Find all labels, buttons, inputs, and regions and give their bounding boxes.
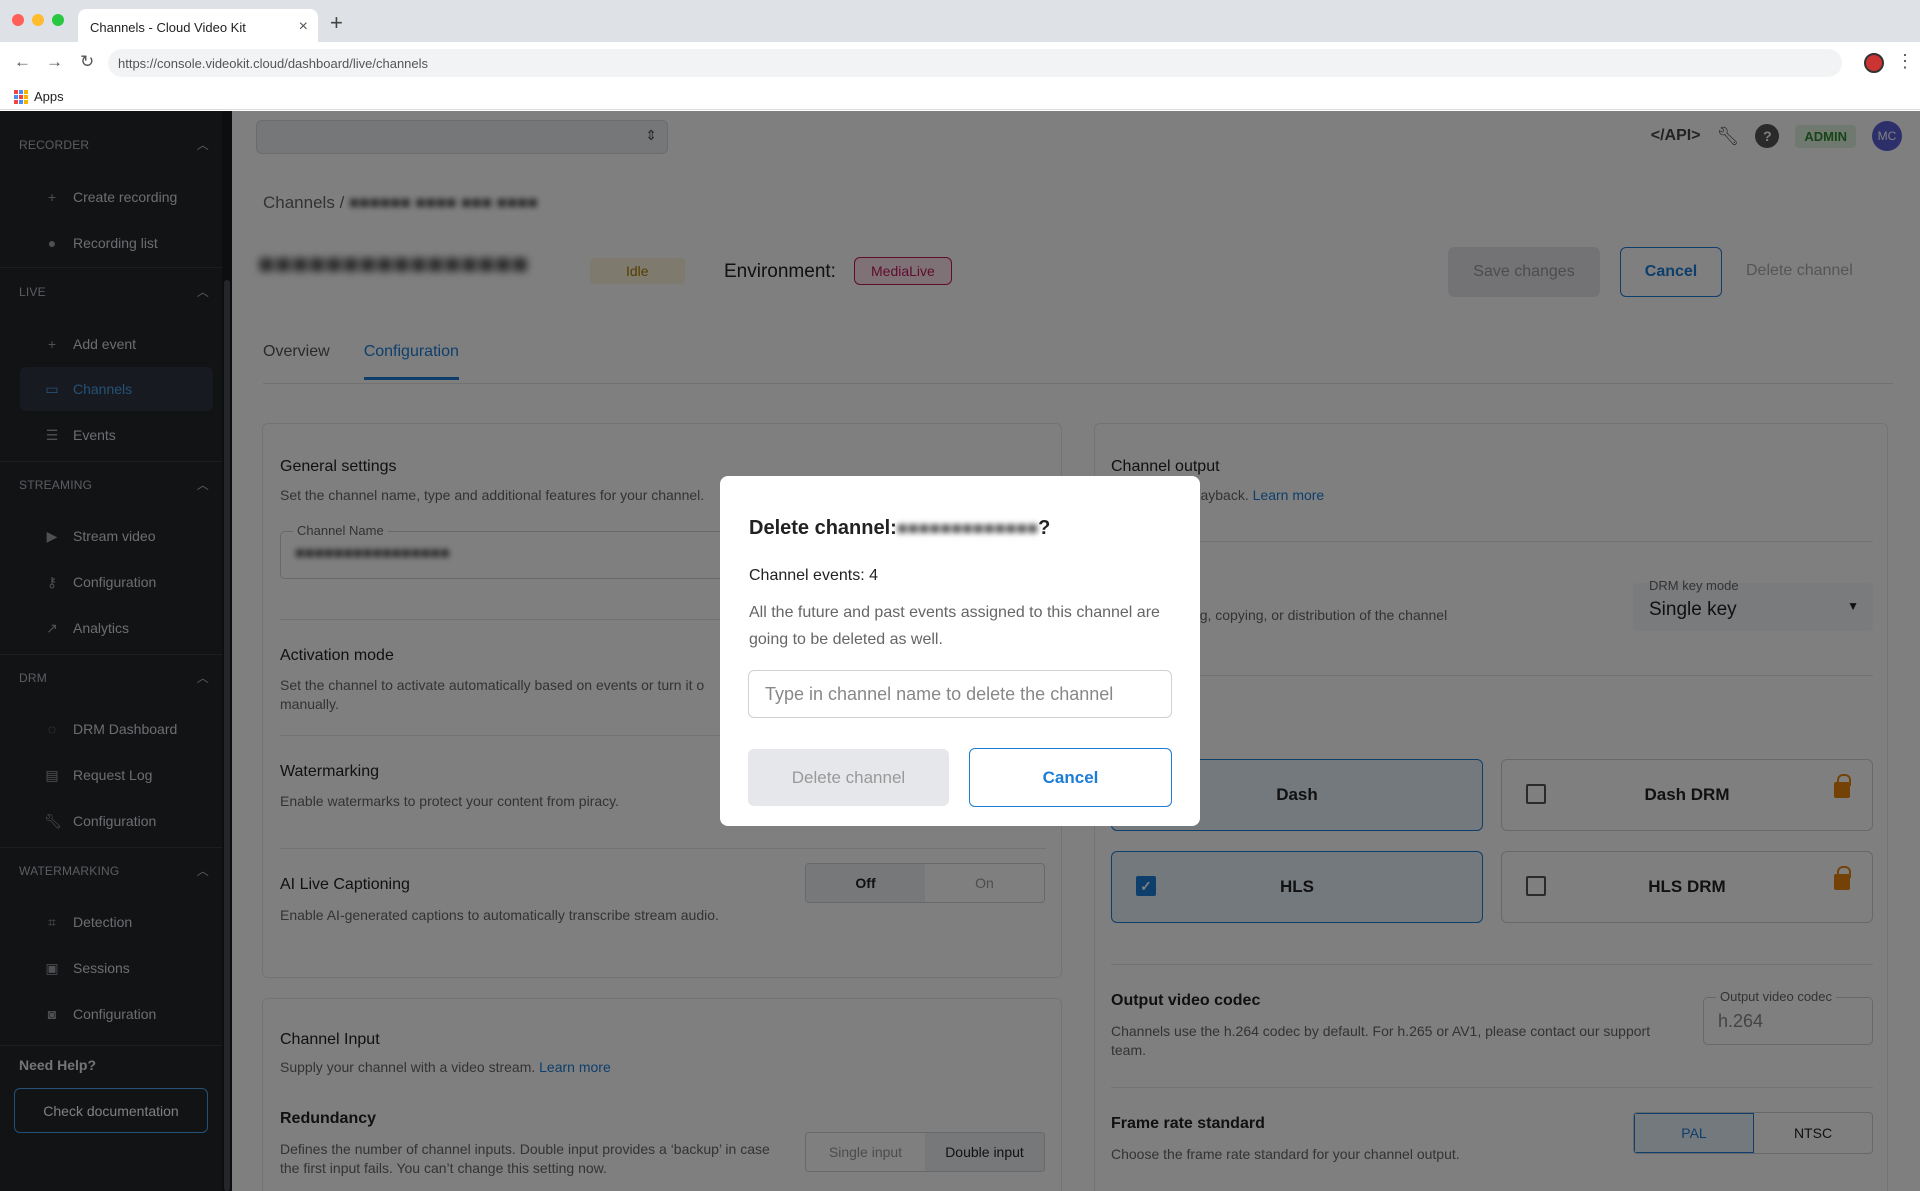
browser-toolbar: ← → ↻ https://console.videokit.cloud/das… [0, 42, 1920, 84]
dialog-channel-name: ■■■■■■■■■■■■■ [896, 518, 1039, 538]
dialog-cancel-button[interactable]: Cancel [969, 748, 1172, 807]
window-controls[interactable] [12, 14, 64, 26]
browser-tab[interactable]: Channels - Cloud Video Kit × [78, 9, 318, 42]
minimize-window-button[interactable] [32, 14, 44, 26]
new-tab-icon[interactable]: + [330, 10, 343, 36]
address-bar[interactable]: https://console.videokit.cloud/dashboard… [108, 49, 1842, 77]
bookmarks-bar: Apps [0, 84, 1920, 110]
dialog-delete-channel-button[interactable]: Delete channel [748, 749, 949, 806]
reload-icon[interactable]: ↻ [80, 52, 94, 72]
bookmark-apps[interactable]: Apps [34, 89, 64, 104]
dialog-title-prefix: Delete channel: [749, 517, 897, 539]
dialog-title: Delete channel:■■■■■■■■■■■■■? [749, 517, 1050, 540]
browser-menu-icon[interactable]: ⋮ [1896, 51, 1914, 72]
browser-tab-strip: Channels - Cloud Video Kit × + [0, 0, 1920, 42]
channel-events-count: Channel events: 4 [749, 567, 878, 584]
browser-tab-title: Channels - Cloud Video Kit [90, 20, 246, 35]
dialog-warning: All the future and past events assigned … [749, 604, 1160, 648]
back-icon[interactable]: ← [14, 52, 31, 72]
dialog-title-suffix: ? [1038, 517, 1051, 539]
confirm-channel-name-input[interactable]: Type in channel name to delete the chann… [748, 670, 1172, 718]
close-tab-icon[interactable]: × [299, 18, 308, 36]
apps-grid-icon [14, 89, 28, 104]
delete-channel-dialog: Delete channel:■■■■■■■■■■■■■? Channel ev… [720, 476, 1200, 826]
close-window-button[interactable] [12, 14, 24, 26]
forward-icon[interactable]: → [46, 52, 63, 72]
maximize-window-button[interactable] [52, 14, 64, 26]
profile-avatar[interactable] [1864, 53, 1884, 73]
